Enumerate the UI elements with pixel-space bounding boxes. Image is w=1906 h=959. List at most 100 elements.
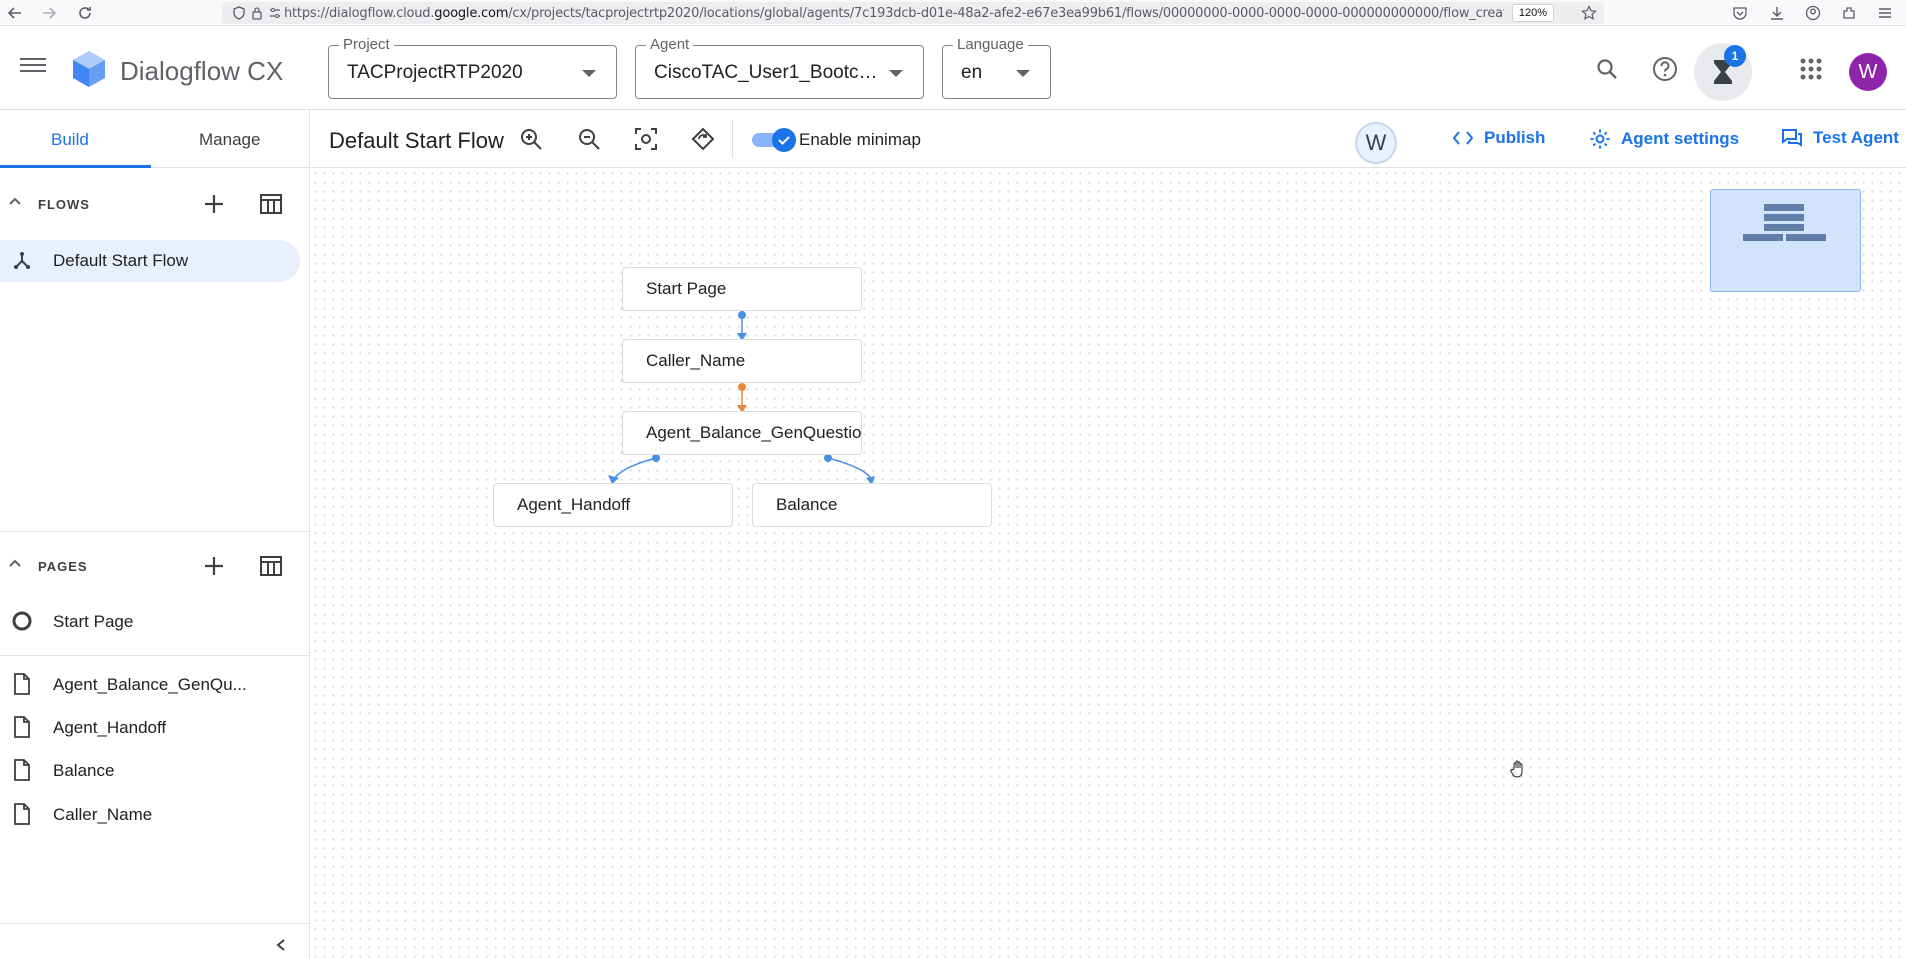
agent-label: Agent: [646, 36, 694, 53]
pages-section-header: PAGES: [0, 542, 310, 590]
page-item-label: Agent_Handoff: [53, 718, 167, 737]
flows-title: FLOWS: [38, 197, 90, 212]
node-caller-name[interactable]: Caller_Name: [622, 339, 862, 383]
browser-menu-icon[interactable]: [1876, 4, 1894, 22]
apps-grid-icon[interactable]: [1796, 54, 1826, 84]
page-item-label: Start Page: [53, 612, 134, 631]
project-label: Project: [339, 36, 394, 53]
help-icon[interactable]: [1650, 54, 1680, 84]
agent-settings-label: Agent settings: [1621, 129, 1740, 148]
flows-table-icon[interactable]: [257, 190, 285, 218]
fit-to-screen-icon[interactable]: [633, 126, 659, 152]
edge-genquestion-to-handoff: [608, 454, 660, 484]
agent-settings-button[interactable]: Agent settings: [1589, 128, 1739, 150]
start-page-icon: [12, 610, 32, 632]
dialogflow-logo-icon: [72, 50, 106, 88]
agent-selector[interactable]: Agent CiscoTAC_User1_Bootca...: [635, 36, 924, 99]
flow-canvas[interactable]: Start Page Caller_Name Agent_Balance_Gen…: [311, 169, 1906, 959]
node-start-page[interactable]: Start Page: [622, 267, 862, 311]
minimap-preview: [1743, 204, 1826, 241]
url-text: https://dialogflow.cloud.google.com/cx/p…: [284, 5, 1504, 21]
page-item-balance[interactable]: Balance: [0, 752, 300, 788]
node-balance[interactable]: Balance: [752, 483, 992, 527]
extensions-icon[interactable]: [1840, 4, 1858, 22]
flow-icon: [12, 251, 32, 271]
pocket-icon[interactable]: [1731, 4, 1749, 22]
back-icon[interactable]: [6, 4, 24, 22]
chevron-up-icon[interactable]: [8, 556, 22, 570]
node-agent-handoff[interactable]: Agent_Handoff: [493, 483, 733, 527]
active-tab-indicator: [0, 165, 151, 168]
forward-icon[interactable]: [40, 4, 58, 22]
edge-start-to-caller: [737, 311, 747, 341]
site-permissions-icon[interactable]: [266, 4, 284, 22]
page-item-agent-handoff[interactable]: Agent_Handoff: [0, 709, 300, 745]
browser-toolbar: https://dialogflow.cloud.google.com/cx/p…: [0, 0, 1906, 26]
project-selector[interactable]: Project TACProjectRTP2020: [328, 36, 617, 99]
search-icon[interactable]: [1592, 54, 1622, 84]
main-menu-icon[interactable]: [20, 54, 46, 76]
bookmark-star-icon[interactable]: [1580, 4, 1598, 22]
page-icon: [12, 759, 32, 781]
add-flow-icon[interactable]: [200, 190, 228, 218]
minimap[interactable]: [1710, 189, 1861, 292]
flows-section-header: FLOWS: [0, 180, 310, 228]
publish-label: Publish: [1484, 128, 1546, 147]
page-icon: [12, 716, 32, 738]
test-agent-button[interactable]: Test Agent: [1781, 128, 1899, 148]
page-item-start-page[interactable]: Start Page: [0, 603, 300, 639]
agent-value: CiscoTAC_User1_Bootca...: [654, 62, 882, 83]
checkmark-icon: [778, 136, 790, 145]
language-selector[interactable]: Language en: [942, 36, 1051, 99]
add-page-icon[interactable]: [200, 552, 228, 580]
chevron-down-icon: [582, 70, 596, 77]
lock-icon[interactable]: [248, 4, 266, 22]
language-label: Language: [953, 36, 1028, 53]
tracking-shield-icon[interactable]: [230, 4, 248, 22]
reload-icon[interactable]: [76, 4, 94, 22]
node-agent-balance-genquestion[interactable]: Agent_Balance_GenQuestion: [622, 411, 862, 455]
sidebar-divider: [0, 923, 310, 924]
chevron-down-icon: [1016, 70, 1030, 77]
minimap-label: Enable minimap: [799, 130, 921, 149]
minimap-toggle[interactable]: [752, 128, 796, 152]
zoom-out-icon[interactable]: [576, 126, 602, 152]
sidebar: Build Manage FLOWS Default Start Flow PA…: [0, 110, 310, 959]
user-avatar[interactable]: W: [1849, 53, 1887, 91]
edge-genquestion-to-balance: [824, 454, 875, 485]
page-item-label: Balance: [53, 761, 115, 780]
language-value: en: [961, 62, 983, 83]
edge-caller-to-genquestion: [737, 383, 747, 413]
code-icon: [1452, 131, 1474, 145]
flow-toolbar: Default Start Flow Enable minimap W Publ…: [311, 110, 1906, 168]
zoom-level[interactable]: 120%: [1511, 4, 1554, 22]
auto-layout-icon[interactable]: [690, 126, 716, 152]
graph-edges: [608, 311, 875, 485]
page-icon: [12, 673, 32, 695]
sidebar-divider: [0, 531, 310, 532]
account-icon[interactable]: [1804, 4, 1822, 22]
page-item-caller-name[interactable]: Caller_Name: [0, 796, 300, 832]
hand-cursor-icon: [1508, 759, 1528, 779]
pages-title: PAGES: [38, 559, 88, 574]
flow-item-default-start-flow[interactable]: Default Start Flow: [0, 240, 300, 282]
page-item-label: Caller_Name: [53, 805, 153, 824]
page-item-agent-balance-genquestion[interactable]: Agent_Balance_GenQu...: [0, 666, 300, 702]
toolbar-divider: [732, 120, 733, 158]
tab-manage[interactable]: Manage: [199, 130, 260, 150]
zoom-in-icon[interactable]: [518, 126, 544, 152]
app-header: Dialogflow CX Project TACProjectRTP2020 …: [0, 26, 1906, 110]
address-bar[interactable]: https://dialogflow.cloud.google.com/cx/p…: [222, 2, 1604, 24]
downloads-icon[interactable]: [1768, 4, 1786, 22]
flow-title: Default Start Flow: [329, 128, 504, 153]
chat-icon: [1782, 129, 1802, 147]
chevron-up-icon[interactable]: [8, 194, 22, 208]
publish-button[interactable]: Publish: [1452, 128, 1545, 148]
collapse-sidebar-icon[interactable]: [274, 938, 288, 952]
pages-table-icon[interactable]: [257, 552, 285, 580]
chevron-down-icon: [889, 70, 903, 77]
sidebar-divider: [0, 655, 310, 656]
page-item-label: Agent_Balance_GenQu...: [53, 675, 247, 694]
tab-build[interactable]: Build: [51, 130, 89, 150]
test-agent-label: Test Agent: [1813, 128, 1899, 147]
